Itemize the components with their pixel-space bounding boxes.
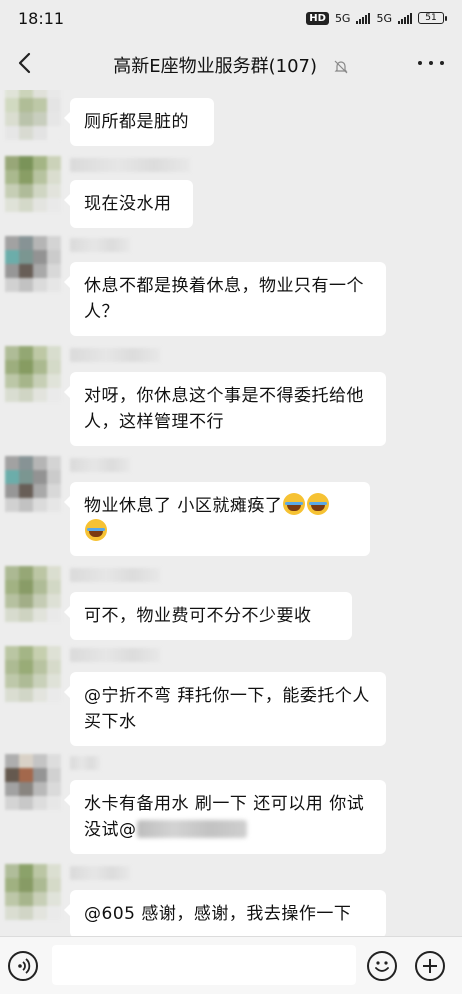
avatar[interactable] [5, 754, 61, 810]
message-bubble[interactable]: 对呀，你休息这个事是不得委托给他人，这样管理不行 [64, 372, 386, 446]
message-bubble[interactable]: 厕所都是脏的 [64, 98, 214, 146]
battery-level: 51 [425, 13, 437, 23]
signal-icon [356, 12, 371, 24]
message-bubble[interactable]: 物业休息了 小区就瘫痪了 [64, 482, 370, 556]
laugh-cry-emoji-icon [85, 519, 107, 541]
avatar[interactable] [5, 864, 61, 920]
network-label-2: 5G [376, 11, 392, 25]
message-text: 休息不都是换着休息，物业只有一个人？ [84, 276, 364, 322]
sender-name-blurred [70, 458, 130, 472]
message-bubble[interactable]: 现在没水用 [64, 180, 193, 228]
voice-icon[interactable] [8, 951, 38, 981]
smile-icon[interactable] [367, 951, 397, 981]
laugh-cry-emoji-icon [307, 493, 330, 515]
message-bubble[interactable]: @宁折不弯 拜托你一下，能委托个人买下水 [64, 672, 386, 746]
plus-circle-icon[interactable] [415, 951, 445, 981]
avatar[interactable] [5, 566, 61, 622]
avatar[interactable] [5, 456, 61, 512]
chat-title-text[interactable]: 高新E座物业服务群(107) [113, 56, 317, 77]
message-bubble[interactable]: @605 感谢，感谢，我去操作一下 [64, 890, 386, 936]
hd-badge: HD [306, 11, 329, 25]
message-text: 可不，物业费可不分不少要收 [84, 606, 312, 626]
message-bubble[interactable]: 水卡有备用水 刷一下 还可以用 你试没试@ [64, 780, 386, 854]
sender-name-blurred [70, 648, 160, 662]
mention-name-blurred [136, 820, 247, 838]
status-icons: HD 5G 5G 51 [306, 11, 447, 25]
sender-name-blurred [70, 238, 130, 252]
sender-name-blurred [70, 756, 100, 770]
message-bubble[interactable]: 休息不都是换着休息，物业只有一个人？ [64, 262, 386, 336]
sender-name-blurred [70, 348, 160, 362]
network-label-1: 5G [334, 11, 351, 25]
avatar[interactable] [5, 156, 61, 212]
status-bar: 18:11 HD 5G 5G 51 [0, 0, 462, 36]
message-text: @宁折不弯 拜托你一下，能委托个人买下水 [84, 686, 370, 732]
chevron-left-icon[interactable] [12, 50, 38, 76]
avatar[interactable] [5, 236, 61, 292]
bell-off-icon [334, 60, 348, 74]
message-text: @605 感谢，感谢，我去操作一下 [84, 904, 352, 924]
sender-name-blurred [70, 568, 160, 582]
more-dots-icon[interactable] [418, 58, 444, 68]
message-bubble[interactable]: 可不，物业费可不分不少要收 [64, 592, 352, 640]
avatar[interactable] [5, 90, 61, 140]
avatar[interactable] [5, 346, 61, 402]
avatar[interactable] [5, 646, 61, 702]
sender-name-blurred [70, 158, 190, 172]
message-text: 对呀，你休息这个事是不得委托给他人，这样管理不行 [84, 386, 364, 432]
battery-icon: 51 [418, 12, 447, 24]
message-text: 厕所都是脏的 [84, 112, 189, 132]
message-input[interactable] [52, 945, 356, 985]
message-text: 物业休息了 小区就瘫痪了 [84, 496, 283, 516]
input-bar [0, 936, 462, 994]
signal-icon-2 [398, 12, 412, 24]
page-title: 高新E座物业服务群(107) [0, 52, 462, 78]
message-list[interactable]: 厕所都是脏的 现在没水用 休息不都是换着休息，物业只有一个人？ 对呀，你休息这个… [0, 90, 462, 936]
sender-name-blurred [70, 866, 130, 880]
status-time: 18:11 [18, 8, 65, 28]
laugh-cry-emoji-icon [283, 493, 306, 515]
message-text: 现在没水用 [84, 194, 172, 214]
chat-header: 高新E座物业服务群(107) [0, 36, 462, 90]
